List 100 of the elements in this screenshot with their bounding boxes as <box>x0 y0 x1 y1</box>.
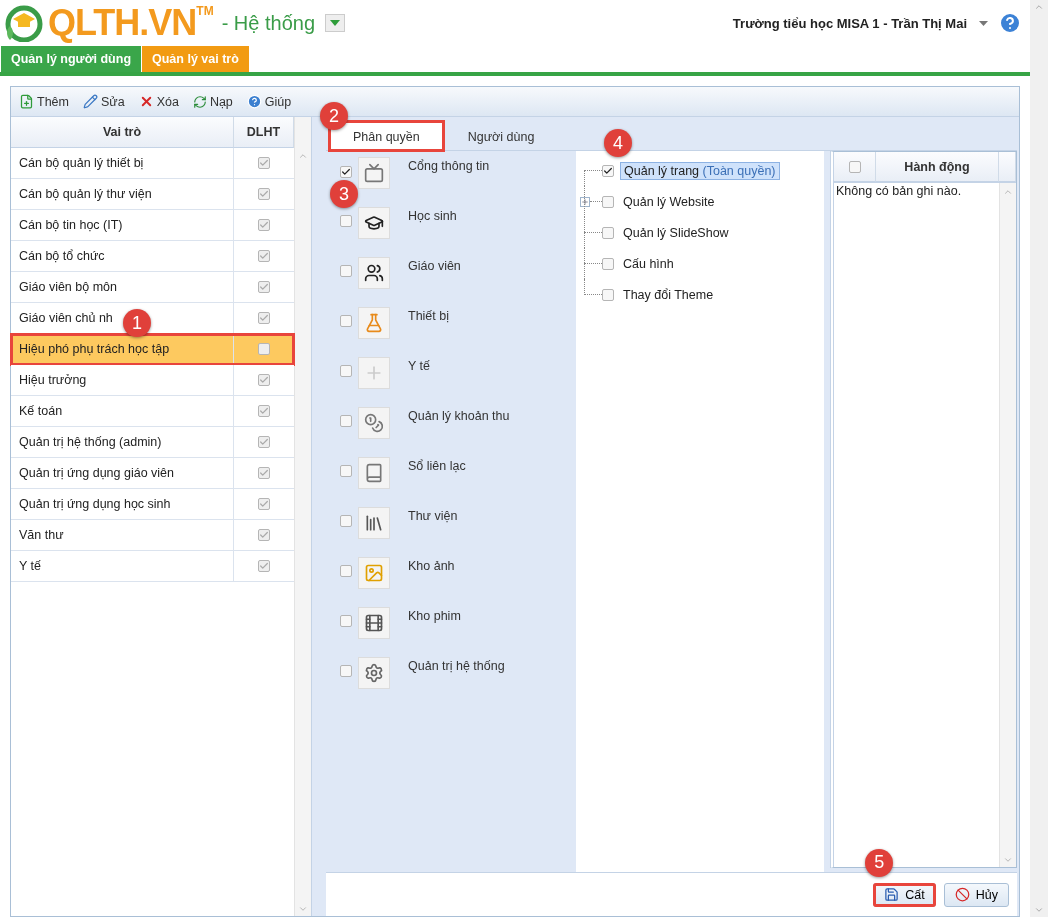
add-file-icon <box>19 94 34 109</box>
checkbox[interactable] <box>340 465 352 477</box>
module-label[interactable]: Y tế <box>408 359 430 373</box>
toolbar-button[interactable]: Sửa <box>80 92 127 111</box>
dropdown-button[interactable] <box>325 14 346 32</box>
toolbar-button[interactable]: Xóa <box>136 92 181 111</box>
checkbox[interactable] <box>340 565 352 577</box>
module-label[interactable]: Quản lý khoản thu <box>408 409 510 423</box>
checkbox[interactable] <box>602 288 614 301</box>
checkbox[interactable] <box>340 415 352 427</box>
checkbox[interactable] <box>340 215 352 227</box>
tree-item[interactable]: Quản lý SlideShow <box>620 224 732 241</box>
role-name: Hiệu trưởng <box>11 365 234 395</box>
scroll-up-icon[interactable] <box>1034 2 1044 12</box>
role-name: Kế toán <box>11 396 234 426</box>
checkbox[interactable] <box>340 166 352 178</box>
checkbox[interactable] <box>258 498 270 510</box>
help-icon[interactable] <box>998 11 1022 35</box>
checkbox[interactable] <box>340 315 352 327</box>
flask-icon <box>358 307 390 339</box>
role-row[interactable]: Hiệu trưởng <box>11 365 294 396</box>
role-row[interactable]: Hiệu phó phụ trách học tập <box>11 334 294 365</box>
checkbox[interactable] <box>258 281 270 293</box>
checkbox[interactable] <box>258 467 270 479</box>
module-label[interactable]: Sổ liên lạc <box>408 459 466 473</box>
role-row[interactable]: Kế toán <box>11 396 294 427</box>
scroll-down-icon[interactable] <box>1003 855 1013 865</box>
toolbar-button[interactable]: Giúp <box>244 92 294 111</box>
scrollbar[interactable] <box>999 183 1016 867</box>
role-name: Quản trị ứng dụng giáo viên <box>11 458 234 488</box>
role-row[interactable]: Văn thư <box>11 520 294 551</box>
scroll-up-icon[interactable] <box>1003 187 1013 197</box>
checkbox[interactable] <box>340 615 352 627</box>
checkbox[interactable] <box>602 257 614 270</box>
checkbox[interactable] <box>258 188 270 200</box>
role-row[interactable]: Quản trị ứng dụng học sinh <box>11 489 294 520</box>
checkbox[interactable] <box>258 343 270 355</box>
role-row[interactable]: Cán bộ tin học (IT) <box>11 210 294 241</box>
page-scrollbar[interactable] <box>1030 0 1048 917</box>
caret-icon <box>330 20 341 26</box>
checkbox[interactable] <box>602 195 614 208</box>
module-label[interactable]: Kho ảnh <box>408 559 455 573</box>
toolbar-button[interactable]: Thêm <box>17 92 71 111</box>
gears-icon <box>358 657 390 689</box>
module-label[interactable]: Cổng thông tin <box>408 159 490 173</box>
tree-item[interactable]: Thay đổi Theme <box>620 286 717 303</box>
module-label[interactable]: Giáo viên <box>408 259 461 273</box>
expand-icon[interactable] <box>580 196 590 207</box>
footer-button[interactable]: Hủy <box>943 882 1009 907</box>
module-label[interactable]: Thư viện <box>408 509 458 523</box>
checkbox[interactable] <box>258 312 270 324</box>
checkbox[interactable] <box>258 405 270 417</box>
checkbox[interactable] <box>602 164 614 177</box>
role-row[interactable]: Giáo viên bộ môn <box>11 272 294 303</box>
checkbox[interactable] <box>258 157 270 169</box>
tree-item[interactable]: Cấu hình <box>620 255 677 272</box>
photo-icon <box>358 557 390 589</box>
scrollbar[interactable] <box>294 117 311 916</box>
module-label[interactable]: Học sinh <box>408 209 457 223</box>
checkbox[interactable] <box>258 219 270 231</box>
checkbox[interactable] <box>602 226 614 239</box>
role-name: Quản trị ứng dụng học sinh <box>11 489 234 519</box>
caret-icon[interactable] <box>979 20 988 26</box>
role-row[interactable]: Quản trị hệ thống (admin) <box>11 427 294 458</box>
footer-button[interactable]: Cất <box>873 882 936 907</box>
tab[interactable]: Phân quyền <box>330 122 443 150</box>
role-row[interactable]: Cán bộ quản lý thư viện <box>11 179 294 210</box>
logo-text: QLTH.VN <box>48 2 197 44</box>
module-label[interactable]: Thiết bị <box>408 309 449 323</box>
refresh-icon <box>192 94 207 109</box>
checkbox[interactable] <box>848 160 861 173</box>
role-name: Quản trị hệ thống (admin) <box>11 427 234 457</box>
empty-message: Không có bản ghi nào. <box>835 183 963 200</box>
toolbar-button[interactable]: Nạp <box>190 92 235 111</box>
module-label[interactable]: Kho phim <box>408 609 461 623</box>
column-header: Vai trò <box>11 117 234 148</box>
trademark: TM <box>196 4 214 18</box>
role-row[interactable]: Cán bộ quản lý thiết bị <box>11 148 294 179</box>
role-row[interactable]: Y tế <box>11 551 294 582</box>
people-icon <box>358 257 390 289</box>
checkbox[interactable] <box>340 665 352 677</box>
module-label[interactable]: Quản trị hệ thống <box>408 659 505 673</box>
checkbox[interactable] <box>258 529 270 541</box>
checkbox[interactable] <box>258 436 270 448</box>
checkbox[interactable] <box>340 365 352 377</box>
tree-item[interactable]: Quản lý Website <box>620 193 718 210</box>
scroll-down-icon[interactable] <box>1034 905 1044 915</box>
role-row[interactable]: Quản trị ứng dụng giáo viên <box>11 458 294 489</box>
checkbox[interactable] <box>258 374 270 386</box>
checkbox[interactable] <box>340 515 352 527</box>
tab[interactable]: Người dùng <box>444 122 558 150</box>
role-name: Hiệu phó phụ trách học tập <box>11 334 234 364</box>
role-row[interactable]: Cán bộ tổ chức <box>11 241 294 272</box>
scroll-down-icon[interactable] <box>298 904 308 914</box>
checkbox[interactable] <box>258 250 270 262</box>
role-row[interactable]: Giáo viên chủ nh 1 <box>11 303 294 334</box>
checkbox[interactable] <box>340 265 352 277</box>
tree-item[interactable]: Quản lý trang (Toàn quyền) <box>620 161 780 180</box>
scroll-up-icon[interactable] <box>298 151 308 161</box>
checkbox[interactable] <box>258 560 270 572</box>
